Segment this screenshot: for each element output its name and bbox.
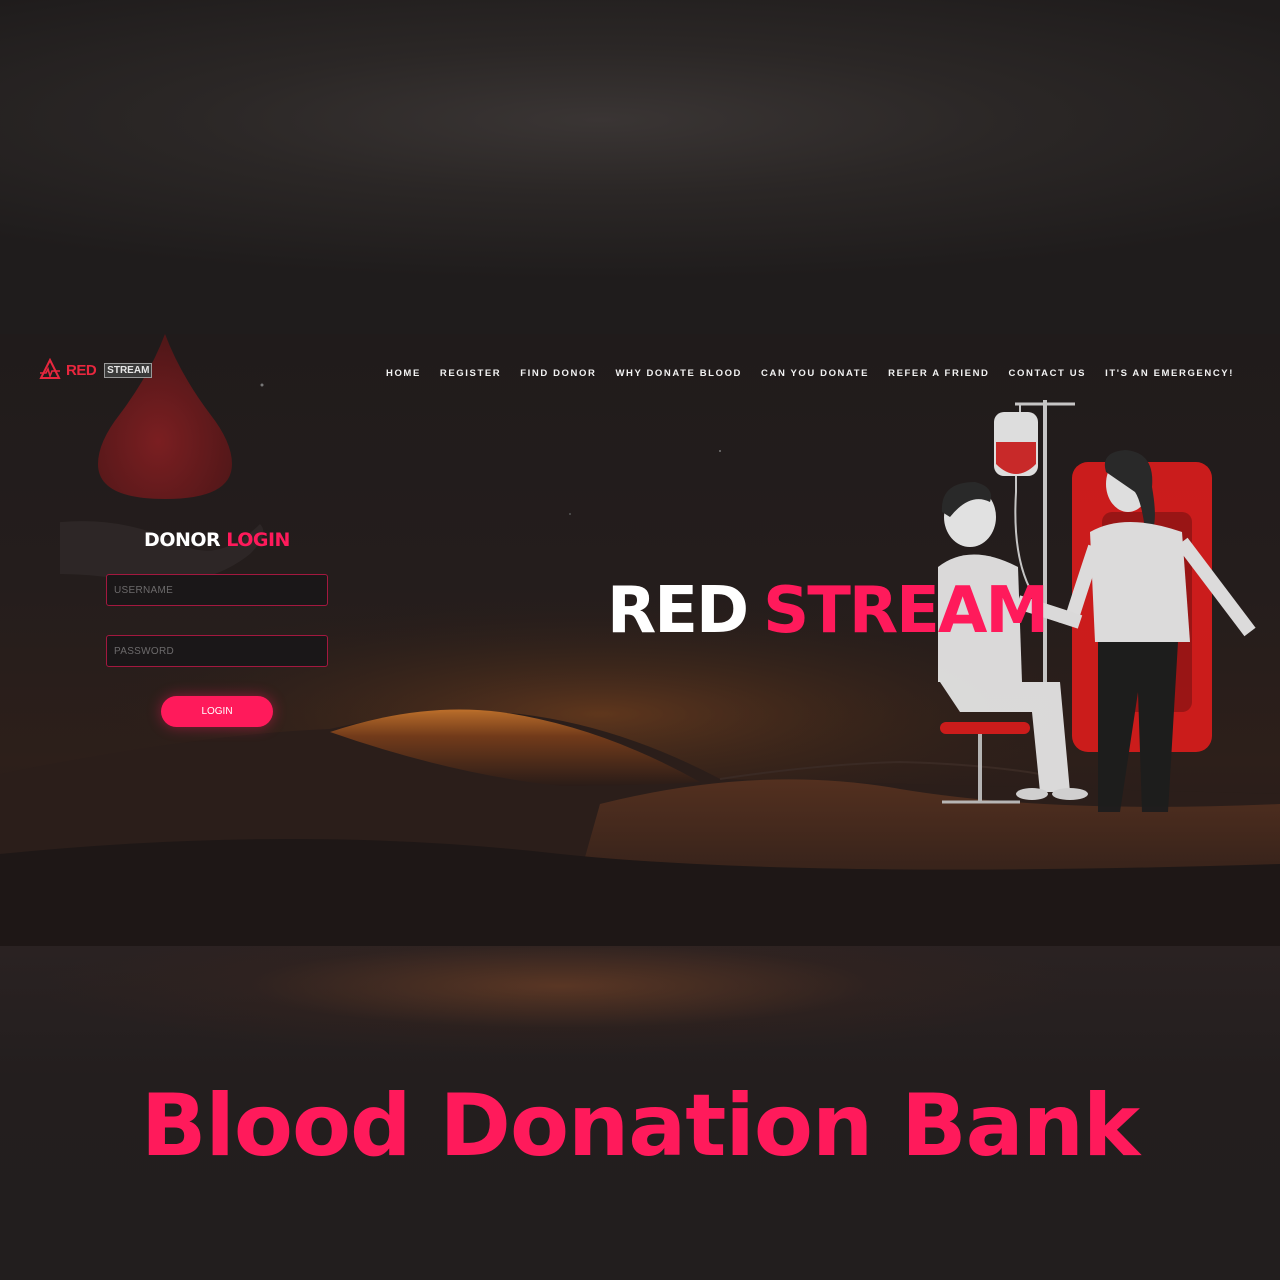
heartbeat-logo-icon	[39, 358, 61, 379]
nav-home[interactable]: HOME	[386, 368, 421, 379]
caption-heading: Blood Donation Bank	[140, 1076, 1140, 1176]
password-input[interactable]	[106, 635, 328, 667]
nav-refer-a-friend[interactable]: REFER A FRIEND	[888, 368, 989, 379]
hero-title-word1: RED	[607, 574, 749, 648]
login-button[interactable]: LOGIN	[161, 696, 273, 727]
nav-find-donor[interactable]: FIND DONOR	[520, 368, 596, 379]
login-heading: DONOR LOGIN	[106, 529, 328, 551]
logo-text-red: RED	[66, 361, 97, 379]
login-heading-word2: LOGIN	[226, 529, 290, 551]
top-backdrop	[0, 0, 1280, 334]
donor-login-form: DONOR LOGIN LOGIN	[106, 529, 328, 727]
nav-register[interactable]: REGISTER	[440, 368, 501, 379]
nav-emergency[interactable]: IT'S AN EMERGENCY!	[1105, 368, 1234, 379]
nav-can-you-donate[interactable]: CAN YOU DONATE	[761, 368, 869, 379]
site-logo[interactable]: RED STREAM	[38, 358, 153, 382]
nav-contact-us[interactable]: CONTACT US	[1009, 368, 1087, 379]
main-navigation: HOME REGISTER FIND DONOR WHY DONATE BLOO…	[386, 368, 1234, 379]
username-input[interactable]	[106, 574, 328, 606]
login-heading-word1: DONOR	[144, 529, 221, 551]
nav-why-donate-blood[interactable]: WHY DONATE BLOOD	[615, 368, 742, 379]
hero-title: RED STREAM	[607, 574, 1049, 648]
hero-title-word2: STREAM	[763, 574, 1049, 648]
website-screenshot: RED STREAM HOME REGISTER FIND DONOR WHY …	[0, 334, 1280, 946]
logo-text-stream: STREAM	[104, 362, 153, 378]
